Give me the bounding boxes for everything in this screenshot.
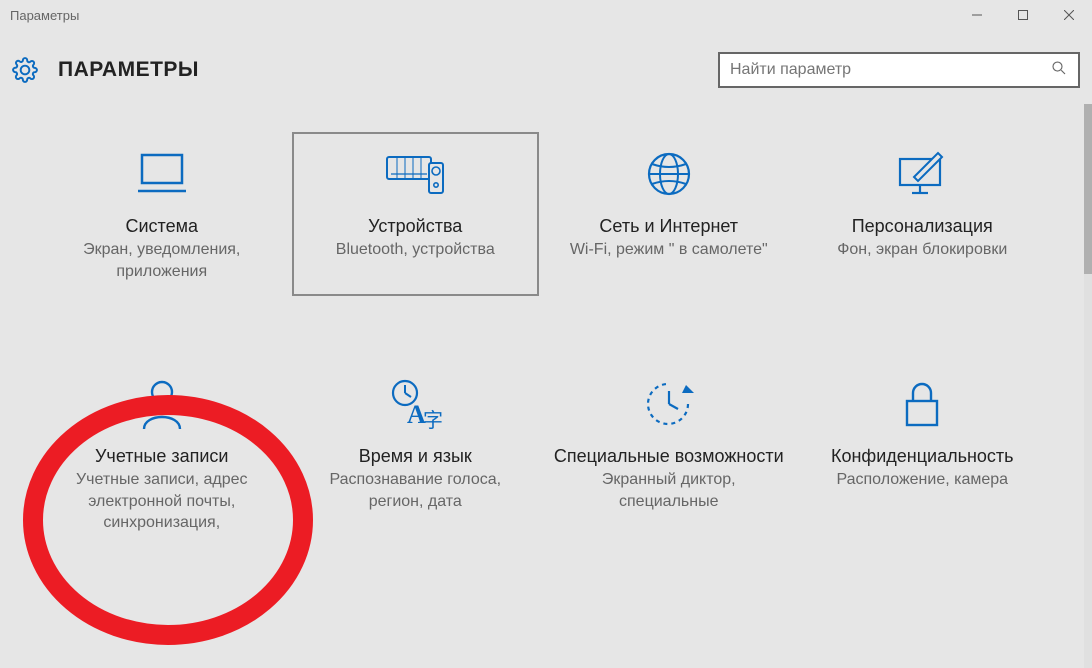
title-bar: Параметры [0, 0, 1092, 30]
globe-icon [643, 146, 695, 202]
search-icon [1050, 59, 1068, 82]
tile-personalization[interactable]: Персонализация Фон, экран блокировки [801, 134, 1045, 294]
tile-time-language[interactable]: A 字 Время и язык Распознавание голоса, р… [294, 364, 538, 546]
tile-network[interactable]: Сеть и Интернет Wi-Fi, режим " в самолет… [547, 134, 791, 294]
devices-icon [383, 146, 447, 202]
tile-title: Учетные записи [95, 446, 228, 467]
personalization-icon [892, 146, 952, 202]
svg-text:字: 字 [423, 409, 443, 431]
ease-of-access-icon [642, 376, 696, 432]
person-icon [138, 376, 186, 432]
tile-subtitle: Bluetooth, устройства [336, 239, 495, 261]
tile-title: Время и язык [359, 446, 472, 467]
tile-title: Система [126, 216, 199, 237]
tile-subtitle: Расположение, камера [836, 469, 1008, 491]
tile-subtitle: Учетные записи, адрес электронной почты,… [52, 469, 272, 534]
tile-title: Сеть и Интернет [599, 216, 738, 237]
scrollbar-thumb[interactable] [1084, 104, 1092, 274]
maximize-button[interactable] [1000, 0, 1046, 30]
search-box[interactable] [718, 52, 1080, 88]
tile-title: Персонализация [852, 216, 993, 237]
gear-icon [12, 57, 38, 83]
tile-ease-of-access[interactable]: Специальные возможности Экранный диктор,… [547, 364, 791, 546]
tile-subtitle: Фон, экран блокировки [837, 239, 1007, 261]
tile-system[interactable]: Система Экран, уведомления, приложения [40, 134, 284, 294]
minimize-button[interactable] [954, 0, 1000, 30]
tile-subtitle: Экран, уведомления, приложения [52, 239, 272, 282]
tile-subtitle: Экранный диктор, специальные [559, 469, 779, 512]
tile-accounts[interactable]: Учетные записи Учетные записи, адрес эле… [40, 364, 284, 546]
close-button[interactable] [1046, 0, 1092, 30]
tile-subtitle: Распознавание голоса, регион, дата [305, 469, 525, 512]
window-title: Параметры [10, 8, 79, 23]
content-area: Система Экран, уведомления, приложения У… [0, 104, 1092, 668]
tile-subtitle: Wi-Fi, режим " в самолете" [570, 239, 768, 261]
lock-icon [899, 376, 945, 432]
tile-privacy[interactable]: Конфиденциальность Расположение, камера [801, 364, 1045, 546]
search-input[interactable] [730, 61, 1050, 79]
tile-title: Специальные возможности [554, 446, 784, 467]
display-icon [134, 146, 190, 202]
tile-devices[interactable]: Устройства Bluetooth, устройства [294, 134, 538, 294]
page-title: ПАРАМЕТРЫ [58, 58, 199, 82]
scrollbar[interactable] [1084, 104, 1092, 668]
tile-title: Устройства [368, 216, 462, 237]
settings-grid: Система Экран, уведомления, приложения У… [0, 104, 1084, 556]
tile-title: Конфиденциальность [831, 446, 1014, 467]
header: ПАРАМЕТРЫ [0, 30, 1092, 104]
time-language-icon: A 字 [387, 376, 443, 432]
